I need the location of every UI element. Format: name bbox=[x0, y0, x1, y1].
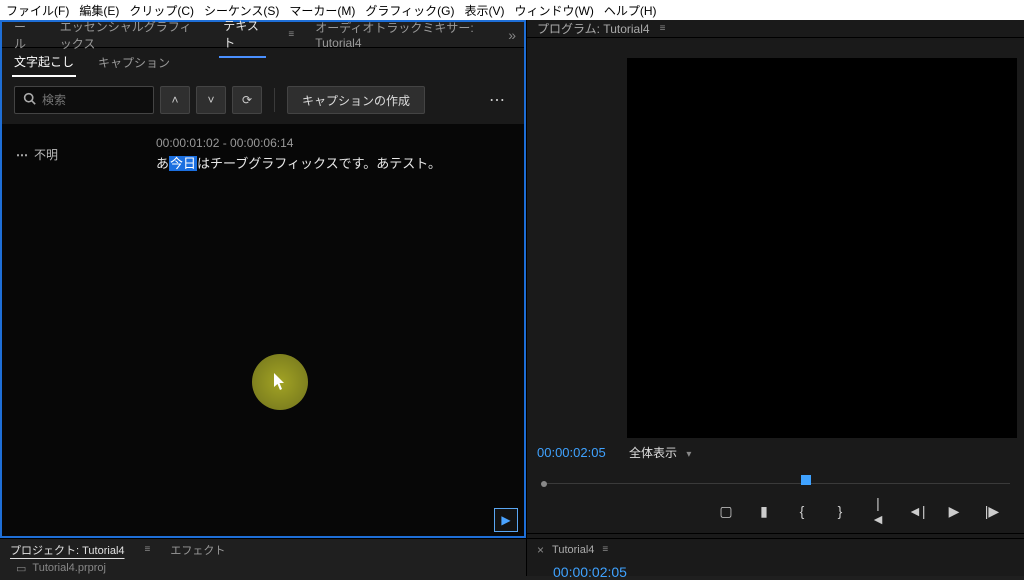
panel-menu-icon[interactable]: ≡ bbox=[145, 544, 151, 555]
play-icon: ▶ bbox=[501, 513, 510, 527]
speaker-name: 不明 bbox=[34, 146, 58, 163]
panel-menu-icon[interactable]: ≡ bbox=[288, 29, 293, 40]
project-filename: Tutorial4.prproj bbox=[32, 562, 106, 574]
panel-tab-row: ール エッセンシャルグラフィックス テキスト ≡ オーディオトラックミキサー: … bbox=[2, 22, 524, 48]
panel-menu-icon[interactable]: ≡ bbox=[660, 23, 666, 34]
subtab-caption[interactable]: キャプション bbox=[96, 49, 172, 76]
next-result-button[interactable]: ˅ bbox=[196, 86, 226, 114]
chevron-down-icon: ˅ bbox=[207, 93, 214, 107]
sequence-timecode[interactable]: 00:00:02:05 bbox=[527, 560, 1024, 580]
prev-result-button[interactable]: ˄ bbox=[160, 86, 190, 114]
project-panel: プロジェクト: Tutorial4 ≡ エフェクト ▭ Tutorial4.pr… bbox=[0, 538, 526, 576]
cursor-highlight bbox=[252, 354, 308, 410]
panel-menu-icon[interactable]: ≡ bbox=[602, 544, 608, 555]
go-to-in-icon[interactable]: |◄ bbox=[870, 495, 886, 527]
chevron-down-icon: ▾ bbox=[686, 449, 691, 460]
menu-window[interactable]: ウィンドウ(W) bbox=[515, 2, 594, 19]
step-back-icon[interactable]: ◄| bbox=[908, 503, 924, 519]
ellipsis-icon[interactable]: ⋯ bbox=[16, 148, 28, 162]
tab-program[interactable]: プログラム: Tutorial4 bbox=[537, 20, 650, 37]
play-floating-button[interactable]: ▶ bbox=[494, 508, 518, 532]
zoom-select[interactable]: 全体表示 bbox=[629, 446, 677, 460]
menu-help[interactable]: ヘルプ(H) bbox=[604, 2, 657, 19]
playhead-marker[interactable] bbox=[801, 475, 811, 485]
segment-text-highlight: 今日 bbox=[169, 156, 197, 171]
refresh-icon: ⟳ bbox=[242, 93, 252, 107]
segment-text-post: はチーブグラフィックスです。あテスト。 bbox=[197, 156, 441, 171]
speaker-cell[interactable]: ⋯ 不明 bbox=[16, 136, 136, 174]
program-monitor: 00:00:02:05 全体表示 ▾ ▢ ▮ { } |◄ ◄| ▶ |▶ bbox=[527, 38, 1024, 533]
subtab-transcribe[interactable]: 文字起こし bbox=[12, 48, 76, 77]
tab-effects[interactable]: エフェクト bbox=[168, 540, 227, 560]
out-point-icon[interactable]: } bbox=[832, 503, 848, 519]
timeline-panel: × Tutorial4 ≡ 00:00:02:05 bbox=[527, 533, 1024, 580]
more-options-button[interactable]: ⋯ bbox=[482, 86, 512, 114]
refresh-button[interactable]: ⟳ bbox=[232, 86, 262, 114]
divider bbox=[274, 88, 275, 112]
search-icon bbox=[23, 92, 36, 108]
transport-controls: ▢ ▮ { } |◄ ◄| ▶ |▶ bbox=[537, 489, 1014, 533]
in-point-icon[interactable]: { bbox=[794, 503, 810, 519]
program-timecode[interactable]: 00:00:02:05 bbox=[537, 445, 606, 460]
text-toolbar: ˄ ˅ ⟳ キャプションの作成 ⋯ bbox=[2, 76, 524, 124]
text-panel: ール エッセンシャルグラフィックス テキスト ≡ オーディオトラックミキサー: … bbox=[0, 20, 526, 538]
ruler-line bbox=[541, 483, 1010, 484]
transcript-area[interactable]: ⋯ 不明 00:00:01:02 - 00:00:06:14 あ今日はチーブグラ… bbox=[2, 124, 524, 536]
play-icon[interactable]: ▶ bbox=[946, 503, 962, 520]
search-input[interactable] bbox=[14, 86, 154, 114]
create-caption-button[interactable]: キャプションの作成 bbox=[287, 86, 425, 114]
ruler-start-dot bbox=[541, 481, 547, 487]
close-icon[interactable]: × bbox=[537, 543, 544, 557]
folder-icon: ▭ bbox=[16, 562, 26, 575]
step-forward-icon[interactable]: |▶ bbox=[984, 503, 1000, 520]
program-ruler[interactable] bbox=[541, 469, 1010, 489]
chevron-up-icon: ˄ bbox=[171, 93, 178, 107]
ellipsis-icon: ⋯ bbox=[489, 90, 505, 110]
text-subtabs: 文字起こし キャプション bbox=[2, 48, 524, 76]
sequence-name[interactable]: Tutorial4 bbox=[552, 544, 594, 556]
segment-text[interactable]: あ今日はチーブグラフィックスです。あテスト。 bbox=[156, 154, 441, 174]
segment-text-pre: あ bbox=[156, 156, 169, 171]
segment-timecode: 00:00:01:02 - 00:00:06:14 bbox=[156, 136, 441, 150]
transcript-row[interactable]: ⋯ 不明 00:00:01:02 - 00:00:06:14 あ今日はチーブグラ… bbox=[2, 124, 524, 186]
marker-icon[interactable]: ▮ bbox=[756, 503, 772, 520]
program-tab-row: プログラム: Tutorial4 ≡ bbox=[527, 20, 1024, 38]
tab-project[interactable]: プロジェクト: Tutorial4 bbox=[8, 540, 127, 560]
safe-margins-icon[interactable]: ▢ bbox=[718, 503, 734, 520]
overflow-chevron-icon[interactable]: » bbox=[508, 27, 516, 43]
program-canvas[interactable] bbox=[627, 58, 1017, 438]
search-field[interactable] bbox=[42, 93, 145, 107]
